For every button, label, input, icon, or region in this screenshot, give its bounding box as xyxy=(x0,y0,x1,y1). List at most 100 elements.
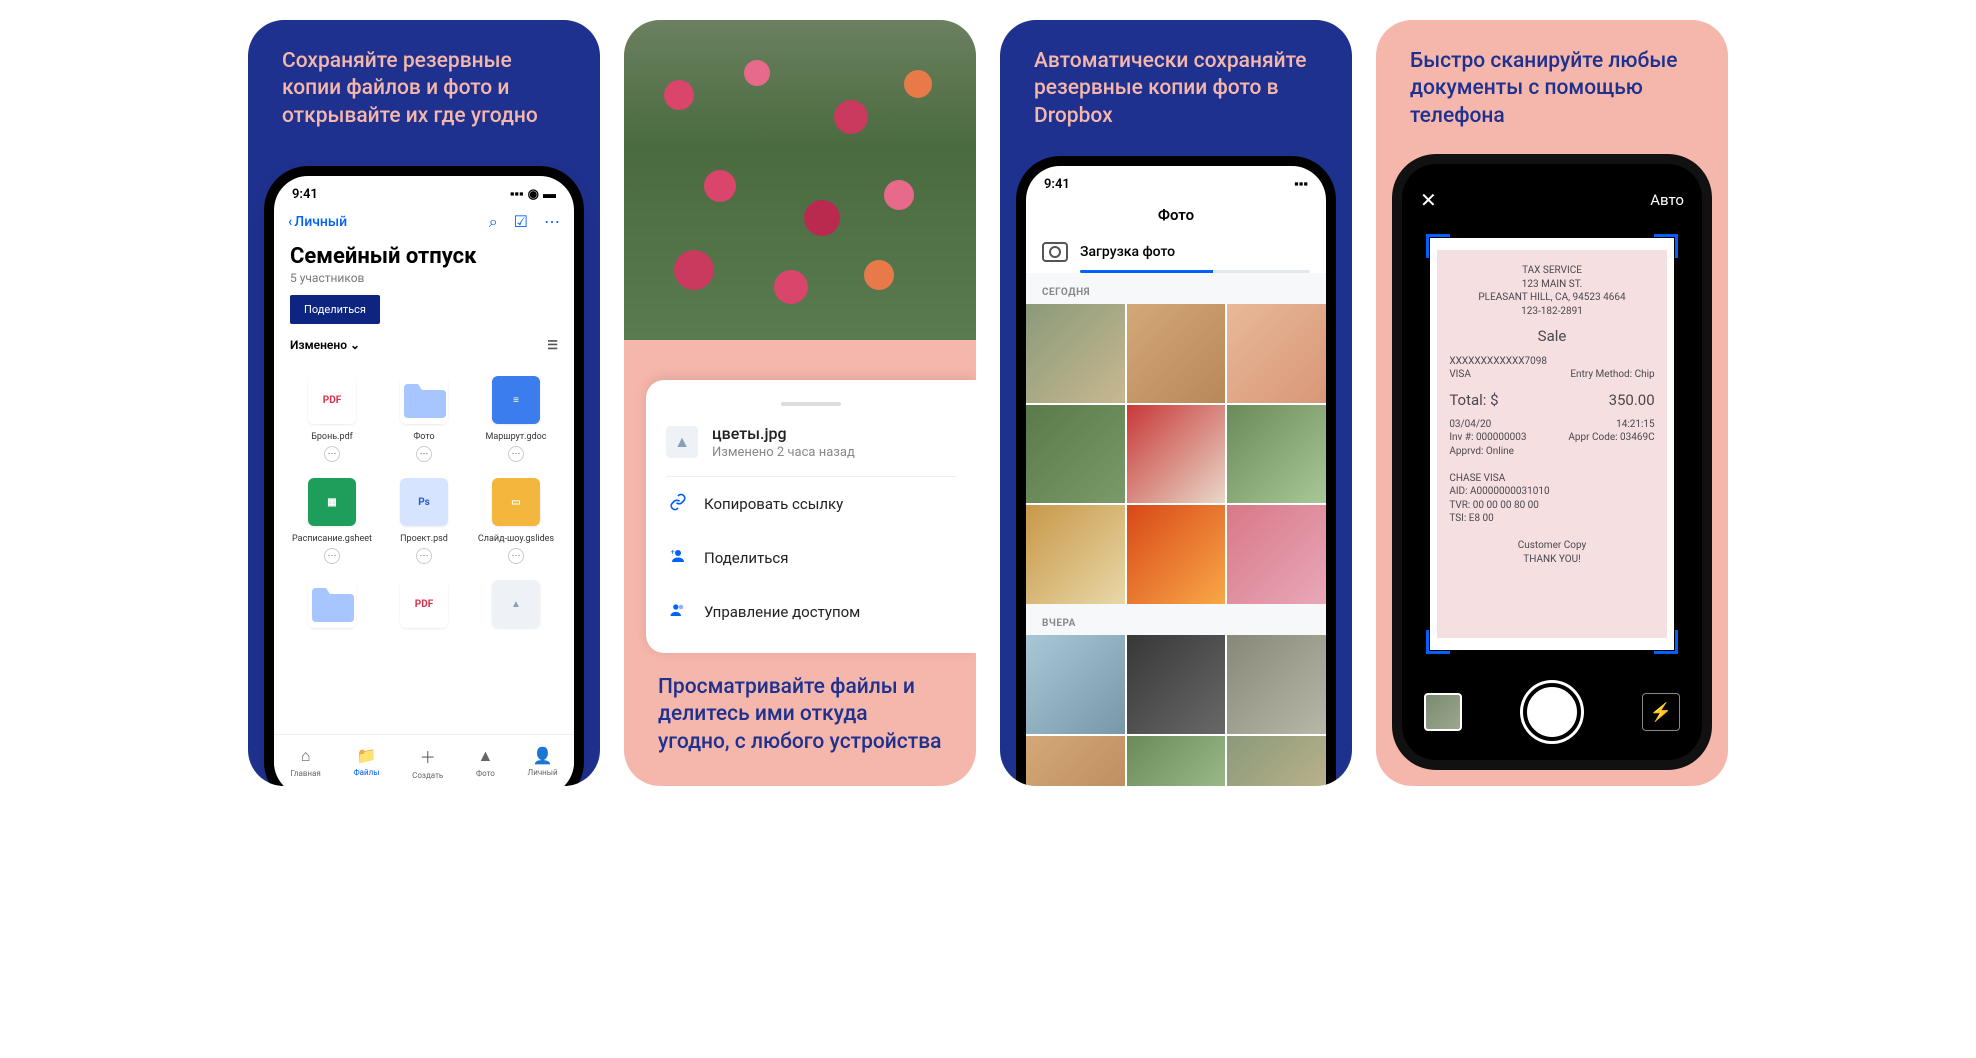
section-today: СЕГОДНЯ xyxy=(1026,273,1326,304)
file-item[interactable]: ▦Расписание.gsheet⋯ xyxy=(286,472,378,570)
receipt-line: THANK YOU! xyxy=(1449,553,1654,567)
card4-caption: Быстро сканируйте любые документы с помо… xyxy=(1376,20,1728,150)
receipt-line: PLEASANT HILL, CA, 94523 4664 xyxy=(1449,291,1654,305)
last-capture-thumb[interactable] xyxy=(1424,693,1462,731)
close-icon[interactable]: ✕ xyxy=(1420,188,1437,212)
receipt-line: TVR: 00 00 00 80 00 xyxy=(1449,499,1654,513)
photo-thumb[interactable] xyxy=(1026,736,1125,786)
photo-thumb[interactable] xyxy=(1127,304,1226,403)
scanner-bottom-bar: ⚡ xyxy=(1402,664,1702,760)
status-time: 9:41 xyxy=(292,187,318,202)
action-icon: + xyxy=(668,547,688,569)
status-bar: 9:41 ▪▪▪ xyxy=(1026,166,1326,196)
photo-thumb[interactable] xyxy=(1127,405,1226,504)
battery-icon: ▬ xyxy=(543,186,556,202)
photo-preview xyxy=(624,20,976,340)
tab-Файлы[interactable]: 📁 Файлы xyxy=(353,746,379,777)
sheet-action[interactable]: Управление доступом xyxy=(666,585,956,639)
receipt-line: Entry Method: Chip xyxy=(1570,368,1654,382)
photo-thumb[interactable] xyxy=(1026,505,1125,604)
photo-thumb[interactable] xyxy=(1127,635,1226,734)
file-more-icon[interactable]: ⋯ xyxy=(416,548,432,564)
tab-label: Создать xyxy=(412,771,443,780)
tab-Личный[interactable]: 👤Личный xyxy=(528,746,558,777)
file-icon: Ps xyxy=(400,478,448,526)
photo-thumb[interactable] xyxy=(1026,405,1125,504)
nav-actions: ⌕ ☑ ⋯ xyxy=(489,212,560,232)
back-button[interactable]: ‹ Личный xyxy=(288,214,347,230)
select-icon[interactable]: ☑ xyxy=(514,212,528,232)
file-item[interactable]: ≡Маршрут.gdoc⋯ xyxy=(470,370,562,468)
file-more-icon[interactable]: ⋯ xyxy=(508,446,524,462)
flash-button[interactable]: ⚡ xyxy=(1642,693,1680,731)
scanner-top-bar: ✕ Авто xyxy=(1402,164,1702,222)
shutter-button[interactable] xyxy=(1523,683,1581,741)
file-item[interactable]: PDF xyxy=(378,574,470,642)
tab-Главная[interactable]: ⌂Главная xyxy=(290,746,320,778)
file-modified: Изменено 2 часа назад xyxy=(712,445,855,460)
photo-thumb[interactable] xyxy=(1127,505,1226,604)
photo-grid-yesterday xyxy=(1026,635,1326,786)
file-item[interactable] xyxy=(286,574,378,642)
tab-Фото[interactable]: ▲Фото xyxy=(476,746,495,778)
file-name-label: Бронь.pdf xyxy=(311,432,353,442)
image-icon: ▲ xyxy=(666,426,698,458)
photo-thumb[interactable] xyxy=(1026,635,1125,734)
share-button[interactable]: Поделиться xyxy=(290,295,380,324)
more-icon[interactable]: ⋯ xyxy=(544,212,560,232)
receipt-line: Apprvd: Online xyxy=(1449,445,1654,459)
tab-label: Файлы xyxy=(353,768,379,777)
view-toggle-icon[interactable]: ☰ xyxy=(547,338,558,352)
screen-title: Фото xyxy=(1026,196,1326,236)
receipt-total-label: Total: $ xyxy=(1449,390,1498,410)
sort-button[interactable]: Изменено ⌄ xyxy=(290,338,360,352)
phone-mock-scanner: ✕ Авто TAX SERVICE 123 MAIN ST. PLEASANT… xyxy=(1402,164,1702,760)
sheet-action[interactable]: Копировать ссылку xyxy=(666,477,956,531)
scan-corner xyxy=(1654,630,1678,654)
search-icon[interactable]: ⌕ xyxy=(489,212,498,232)
file-item[interactable]: PDF Бронь.pdf ⋯ xyxy=(286,370,378,468)
file-item[interactable]: Фото ⋯ xyxy=(378,370,470,468)
photo-thumb[interactable] xyxy=(1227,736,1326,786)
svg-text:+: + xyxy=(671,548,675,557)
file-name-label: Слайд-шоу.gslides xyxy=(478,534,554,544)
card-scan-documents: Быстро сканируйте любые документы с помо… xyxy=(1376,20,1728,786)
file-icon: ▦ xyxy=(308,478,356,526)
phone-mock-files: 9:41 ▪▪▪ ◉ ▬ ‹ Личный ⌕ ☑ ⋯ Семейный отп… xyxy=(274,176,574,786)
camera-icon xyxy=(1042,242,1068,262)
file-more-icon[interactable]: ⋯ xyxy=(324,548,340,564)
file-item[interactable]: ▲ xyxy=(470,574,562,642)
file-item[interactable]: PsПроект.psd⋯ xyxy=(378,472,470,570)
receipt-line: 03/04/20 xyxy=(1449,418,1491,432)
photo-thumb[interactable] xyxy=(1127,736,1226,786)
chevron-down-icon: ⌄ xyxy=(350,338,360,352)
file-more-icon[interactable]: ⋯ xyxy=(324,446,340,462)
file-name-label: Фото xyxy=(413,432,434,442)
photo-thumb[interactable] xyxy=(1026,304,1125,403)
file-more-icon[interactable]: ⋯ xyxy=(508,548,524,564)
folder-members: 5 участников xyxy=(274,271,574,295)
tab-label: Фото xyxy=(476,769,495,778)
section-yesterday: ВЧЕРА xyxy=(1026,604,1326,635)
sheet-handle[interactable] xyxy=(781,402,841,406)
receipt-document: TAX SERVICE 123 MAIN ST. PLEASANT HILL, … xyxy=(1437,250,1666,637)
photo-thumb[interactable] xyxy=(1227,505,1326,604)
photo-thumb[interactable] xyxy=(1227,304,1326,403)
signal-icon: ▪▪▪ xyxy=(1294,176,1308,192)
back-label: Личный xyxy=(294,214,347,230)
photo-thumb[interactable] xyxy=(1227,405,1326,504)
status-bar: 9:41 ▪▪▪ ◉ ▬ xyxy=(274,176,574,206)
auto-mode-label[interactable]: Авто xyxy=(1650,191,1684,209)
tab-label: Личный xyxy=(528,768,558,777)
receipt-line: Appr Code: 03469C xyxy=(1568,431,1654,445)
folder-icon xyxy=(308,580,356,628)
tab-Создать[interactable]: ＋Создать xyxy=(412,744,443,780)
file-more-icon[interactable]: ⋯ xyxy=(416,446,432,462)
file-name-label: Маршрут.gdoc xyxy=(485,432,546,442)
file-icon: PDF xyxy=(308,376,356,424)
card-backup-files: Сохраняйте резервные копии файлов и фото… xyxy=(248,20,600,786)
tab-icon: 📁 xyxy=(356,746,376,765)
photo-thumb[interactable] xyxy=(1227,635,1326,734)
file-item[interactable]: ▭Слайд-шоу.gslides⋯ xyxy=(470,472,562,570)
sheet-action[interactable]: +Поделиться xyxy=(666,531,956,585)
